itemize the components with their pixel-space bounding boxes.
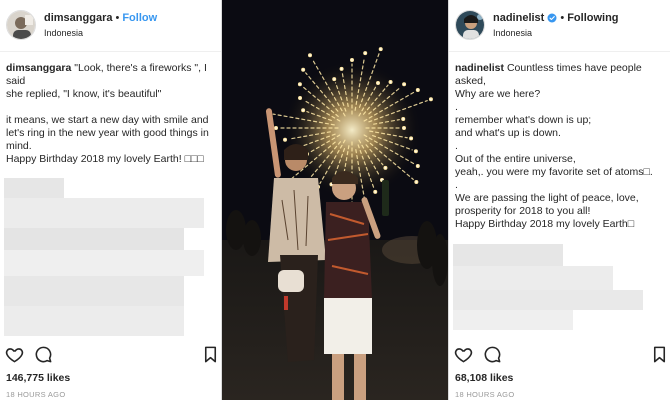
post-timestamp[interactable]: 18 HOURS AGO <box>455 390 514 399</box>
avatar[interactable] <box>6 10 36 40</box>
caption-line: Why are we here? <box>455 88 541 100</box>
caption-line: remember what's down is up; <box>455 114 592 126</box>
post-header: dimsanggara • Follow Indonesia <box>0 0 221 52</box>
username-link[interactable]: dimsanggara <box>44 12 112 24</box>
caption-line: . <box>455 140 458 152</box>
post-caption: nadinelist Countless times have people a… <box>449 52 670 231</box>
caption-line: Happy Birthday 2018 my lovely Earth□ <box>455 218 635 230</box>
caption-line: she replied, "I know, it's beautiful" <box>6 88 162 100</box>
follow-button[interactable]: Follow <box>122 12 157 24</box>
caption-line: yeah,. you were my favorite set of atoms… <box>455 166 653 178</box>
caption-line: . <box>455 101 458 113</box>
verified-badge-icon <box>547 13 557 26</box>
bookmark-icon[interactable] <box>651 345 670 365</box>
post-photo[interactable] <box>222 0 448 400</box>
caption-line: Happy Birthday 2018 my lovely Earth! □□□ <box>6 153 204 165</box>
location-link[interactable]: Indonesia <box>493 28 532 38</box>
following-button[interactable]: Following <box>567 12 618 24</box>
caption-line: Out of the entire universe, <box>455 153 576 165</box>
left-post-panel: dimsanggara • Follow Indonesia dimsanggara… <box>0 0 222 400</box>
comment-icon[interactable] <box>34 345 54 365</box>
caption-username[interactable]: nadinelist <box>455 62 504 74</box>
location-link[interactable]: Indonesia <box>44 28 83 38</box>
separator-dot: • <box>115 12 120 24</box>
avatar[interactable] <box>455 10 485 40</box>
post-timestamp[interactable]: 18 HOURS AGO <box>6 390 65 399</box>
heart-icon[interactable] <box>454 345 474 365</box>
caption-username[interactable]: dimsanggara <box>6 62 71 74</box>
post-caption: dimsanggara "Look, there's a fireworks "… <box>0 52 221 166</box>
heart-icon[interactable] <box>5 345 25 365</box>
likes-count[interactable]: 68,108 likes <box>455 372 513 384</box>
comment-icon[interactable] <box>483 345 503 365</box>
caption-line: it means, we start a new day with smile … <box>6 114 209 152</box>
caption-line: and what's up is down. <box>455 127 561 139</box>
action-bar <box>0 345 221 365</box>
caption-line: . <box>455 179 458 191</box>
right-post-panel: nadinelist • Following Indonesia nadinelis… <box>448 0 670 400</box>
separator-dot: • <box>560 12 565 24</box>
fireworks-photo <box>222 0 448 400</box>
action-bar <box>449 345 670 365</box>
post-header: nadinelist • Following Indonesia <box>449 0 670 52</box>
likes-count[interactable]: 146,775 likes <box>6 372 70 384</box>
username-row: dimsanggara • Follow <box>44 12 157 24</box>
username-row: nadinelist • Following <box>493 12 619 26</box>
caption-line: We are passing the light of peace, love,… <box>455 192 639 217</box>
username-link[interactable]: nadinelist <box>493 12 544 24</box>
bookmark-icon[interactable] <box>202 345 221 365</box>
